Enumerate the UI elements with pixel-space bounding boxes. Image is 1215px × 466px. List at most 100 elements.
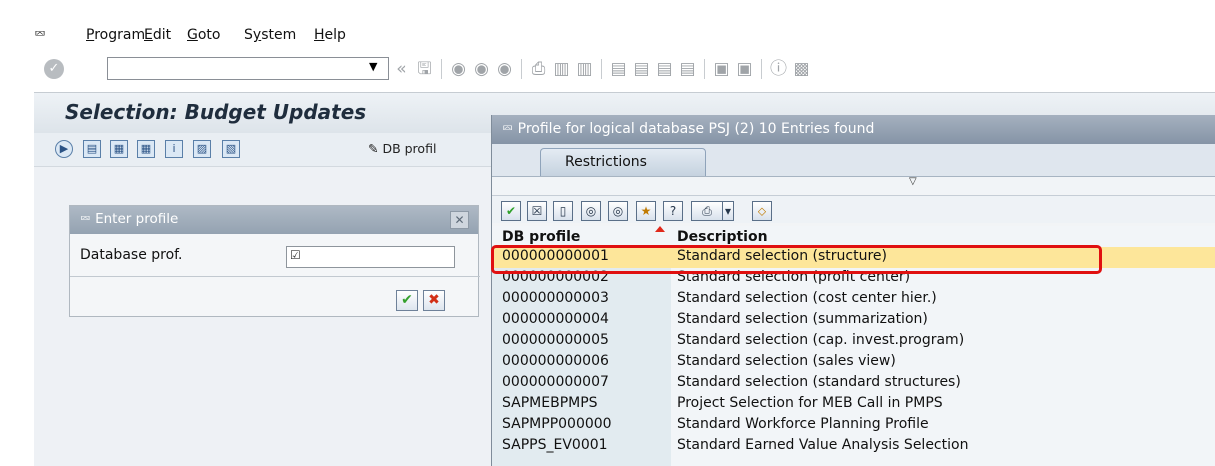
menu-edit[interactable]: Edit	[144, 27, 171, 43]
add-favorite-icon[interactable]: ★	[636, 201, 656, 221]
grid-header: DB profile Description	[492, 226, 1215, 246]
chevron-down-icon[interactable]: ▾	[722, 201, 734, 221]
table-row[interactable]: SAPMPP000000 Standard Workforce Planning …	[492, 415, 1215, 436]
previous-page-icon[interactable]: ▤	[632, 59, 651, 79]
profile-cell: 000000000003	[502, 290, 609, 306]
table-row[interactable]: 000000000005 Standard selection (cap. inv…	[492, 331, 1215, 352]
back-icon[interactable]: «	[392, 59, 411, 79]
find-icon[interactable]: ▥	[552, 59, 571, 79]
delete-variant-icon[interactable]: ▦	[137, 140, 155, 158]
sort-icon[interactable]: ⬦	[752, 201, 772, 221]
save-icon[interactable]: 🖫	[415, 59, 434, 79]
menu-mnemonic: E	[144, 27, 153, 43]
table-row[interactable]: SAPPS_EV0001 Standard Earned Value Analys…	[492, 436, 1215, 457]
description-cell: Standard selection (summarization)	[677, 311, 928, 327]
description-cell: Standard selection (cost center hier.)	[677, 290, 937, 306]
find-next-icon[interactable]: ◎	[608, 201, 628, 221]
description-cell: Standard selection (standard structures)	[677, 374, 961, 390]
exit-icon[interactable]: ◉	[472, 59, 491, 79]
menu-system[interactable]: System	[244, 27, 296, 43]
profile-cell: 000000000005	[502, 332, 609, 348]
column-description[interactable]: Description	[677, 229, 768, 245]
continue-button[interactable]: ✔	[396, 290, 418, 311]
table-row[interactable]: 000000000004 Standard selection (summariz…	[492, 310, 1215, 331]
selection-options-icon[interactable]: ▨	[193, 140, 211, 158]
menu-help[interactable]: Help	[314, 27, 346, 43]
table-row[interactable]: SAPMEBPMPS Project Selection for MEB Call…	[492, 394, 1215, 415]
toolbar-divider	[601, 59, 602, 79]
cancel-icon[interactable]: ◉	[495, 59, 514, 79]
info-icon[interactable]: i	[165, 140, 183, 158]
app-menu-icon[interactable]: ⮹	[34, 25, 46, 43]
standard-toolbar: ✓ ▼ « 🖫 ◉ ◉ ◉ ⎙ ▥ ▥ ▤ ▤ ▤ ▤ ▣ ▣ ⓘ ▩	[0, 48, 1215, 90]
chevron-down-icon[interactable]: ▼	[369, 60, 377, 73]
tab-restrictions[interactable]: Restrictions	[540, 148, 706, 176]
help-icon[interactable]: ⓘ	[769, 59, 788, 79]
pencil-icon: ✎	[368, 141, 383, 156]
profile-cell: SAPPS_EV0001	[502, 437, 608, 453]
new-icon[interactable]: ▯	[553, 201, 573, 221]
popup-title-bar: ⮹ Profile for logical database PSJ (2) 1…	[492, 115, 1215, 144]
menu-bar: ⮹ Program Edit Goto System Help	[0, 0, 1215, 48]
toolbar-divider	[521, 59, 522, 79]
menu-goto[interactable]: Goto	[187, 27, 220, 43]
menu-program[interactable]: Program	[86, 27, 145, 43]
help-icon[interactable]: ?	[663, 201, 683, 221]
find-next-icon[interactable]: ▥	[575, 59, 594, 79]
back-nav-icon[interactable]: ◉	[449, 59, 468, 79]
db-profile-label: DB profil	[382, 141, 437, 156]
description-cell: Standard Earned Value Analysis Selection	[677, 437, 969, 453]
dynamic-selections-icon[interactable]: ▧	[222, 140, 240, 158]
description-cell: Standard Workforce Planning Profile	[677, 416, 929, 432]
dialog-icon: ⮹	[80, 211, 96, 227]
save-variant-icon[interactable]: ▦	[110, 140, 128, 158]
profile-popup: ⮹ Profile for logical database PSJ (2) 1…	[491, 115, 1215, 466]
menu-mnemonic: G	[187, 27, 198, 43]
last-page-icon[interactable]: ▤	[678, 59, 697, 79]
print-icon[interactable]: ⎙	[529, 59, 548, 79]
profile-cell: 000000000007	[502, 374, 609, 390]
database-profile-field[interactable]: ☑	[286, 246, 455, 268]
menu-mnemonic: H	[314, 27, 325, 43]
new-session-icon[interactable]: ▣	[712, 59, 731, 79]
collapse-arrow-icon[interactable]: ▽	[909, 176, 917, 187]
execute-icon[interactable]: ▶	[55, 140, 73, 158]
copy-icon[interactable]: ✔	[501, 201, 521, 221]
profile-cell: 000000000006	[502, 353, 609, 369]
table-row[interactable]: 000000000006 Standard selection (sales vi…	[492, 352, 1215, 373]
table-row[interactable]: 000000000007 Standard selection (standard…	[492, 373, 1215, 394]
database-profile-label: Database prof.	[80, 247, 183, 263]
variants-icon[interactable]: ▤	[83, 140, 101, 158]
command-field[interactable]	[107, 57, 389, 80]
enter-icon[interactable]: ✓	[44, 59, 64, 79]
popup-icon: ⮹	[502, 121, 518, 137]
enter-profile-dialog: ⮹ Enter profile ✕ Database prof. ☑ ✔ ✖	[69, 205, 480, 317]
tab-restrictions-label: Restrictions	[565, 154, 647, 170]
restrictions-collapse-bar[interactable]: ▽	[492, 176, 1215, 194]
cancel-icon[interactable]: ☒	[527, 201, 547, 221]
toolbar-divider	[441, 59, 442, 79]
description-cell: Project Selection for MEB Call in PMPS	[677, 395, 943, 411]
required-check-icon: ☑	[290, 248, 301, 262]
popup-toolbar: ✔ ☒ ▯ ◎ ◎ ★ ? ⎙ ▾ ⬦	[492, 195, 1215, 223]
layout-icon[interactable]: ▩	[792, 59, 811, 79]
shortcut-icon[interactable]: ▣	[735, 59, 754, 79]
description-cell: Standard selection (sales view)	[677, 353, 896, 369]
db-profile-button[interactable]: ✎ DB profil	[368, 141, 436, 156]
table-row[interactable]: 000000000003 Standard selection (cost cen…	[492, 289, 1215, 310]
close-icon[interactable]: ✕	[450, 211, 469, 229]
dialog-title: ⮹ Enter profile	[80, 211, 178, 227]
print-icon[interactable]: ⎙	[691, 201, 723, 221]
dialog-title-bar: ⮹ Enter profile ✕	[70, 206, 478, 234]
description-cell: Standard selection (cap. invest.program)	[677, 332, 965, 348]
menu-mnemonic: y	[252, 27, 262, 43]
first-page-icon[interactable]: ▤	[609, 59, 628, 79]
find-icon[interactable]: ◎	[581, 201, 601, 221]
dialog-divider	[70, 276, 480, 290]
dialog-title-text: Enter profile	[95, 211, 179, 227]
annotation-highlight-box	[491, 245, 1102, 274]
cancel-button[interactable]: ✖	[423, 290, 445, 311]
next-page-icon[interactable]: ▤	[655, 59, 674, 79]
column-db-profile[interactable]: DB profile	[502, 229, 580, 245]
profile-cell: 000000000004	[502, 311, 609, 327]
